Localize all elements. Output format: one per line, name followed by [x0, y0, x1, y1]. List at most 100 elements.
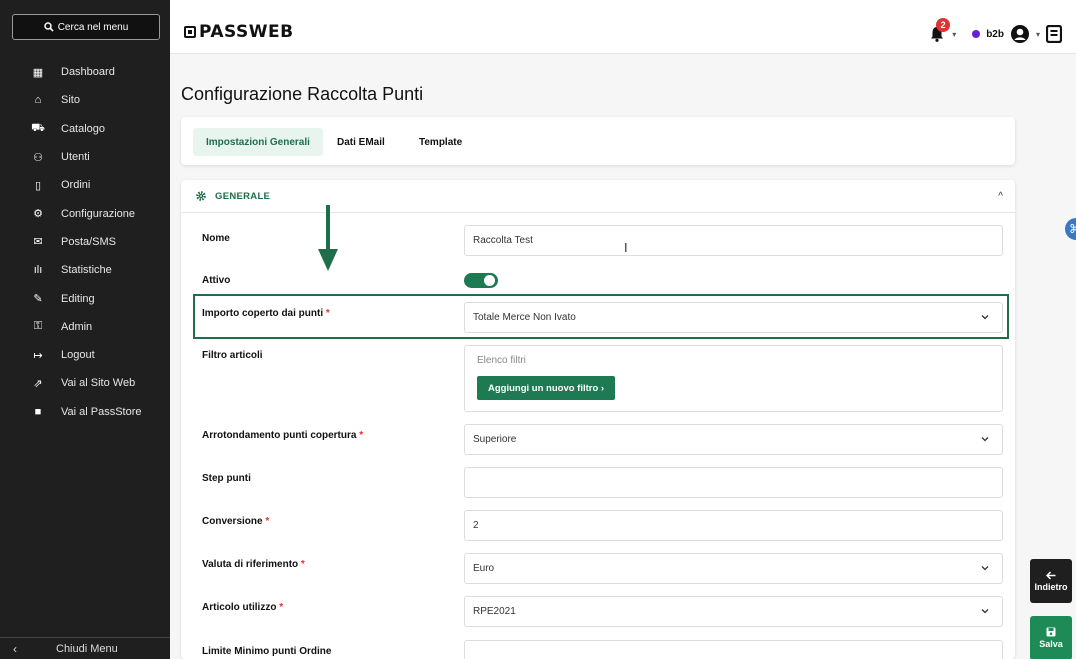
arrow-left-icon: [1046, 570, 1056, 580]
add-filter-button[interactable]: Aggiungi un nuovo filtro ›: [477, 376, 616, 400]
chevron-down-icon[interactable]: ▾: [1036, 30, 1040, 39]
chevron-up-icon[interactable]: ^: [998, 191, 1003, 202]
sidebar-item-label: Editing: [61, 292, 95, 305]
book-icon[interactable]: [1046, 25, 1062, 43]
bar-chart-icon: ılı: [33, 264, 43, 277]
back-button-label: Indietro: [1034, 581, 1068, 592]
conversione-input[interactable]: 2: [464, 510, 1003, 541]
sidebar-item-label: Catalogo: [61, 122, 106, 135]
sidebar-item-ordini[interactable]: ▯ Ordini: [0, 171, 170, 199]
account-label[interactable]: b2b: [986, 29, 1004, 40]
command-icon: ⌘: [1069, 222, 1076, 236]
sidebar-item-label: Statistiche: [61, 264, 112, 277]
nome-input[interactable]: Raccolta Test: [464, 225, 1003, 256]
field-label-articolo: Articolo utilizzo *: [202, 602, 283, 613]
arrotondamento-select[interactable]: Superiore: [464, 424, 1003, 455]
sidebar-item-configurazione[interactable]: ⚙ Configurazione: [0, 199, 170, 227]
valuta-select[interactable]: Euro: [464, 553, 1003, 584]
external-link-icon: ⇗: [33, 377, 43, 390]
page-title: Configurazione Raccolta Punti: [181, 84, 424, 104]
sidebar-item-admin[interactable]: ⚿ Admin: [0, 313, 170, 341]
user-avatar-icon[interactable]: [1010, 24, 1030, 44]
close-menu-button[interactable]: ‹ Chiudi Menu: [0, 637, 170, 659]
arrotondamento-select-value: Superiore: [473, 434, 517, 445]
filter-list-box: Elenco filtri Aggiungi un nuovo filtro ›: [464, 345, 1003, 412]
grid-icon: ▦: [32, 66, 44, 79]
users-icon: ⚇: [33, 151, 43, 164]
top-bar-actions: 2 ▾ b2b ▾: [928, 18, 1062, 44]
gear-icon: ⚙: [33, 208, 43, 221]
brand-logo[interactable]: PASSWEB: [184, 22, 294, 42]
section-title: GENERALE: [215, 191, 271, 202]
menu-search-button[interactable]: Cerca nel menu: [12, 14, 160, 40]
sidebar-item-label: Vai al PassStore: [61, 405, 142, 418]
sidebar-item-utenti[interactable]: ⚇ Utenti: [0, 143, 170, 171]
down-arrow-annotation-icon: [318, 205, 338, 271]
chevron-down-icon[interactable]: ▾: [952, 30, 956, 39]
field-label-text: Conversione: [202, 516, 263, 527]
sidebar-item-label: Logout: [61, 349, 95, 362]
bag-icon: ■: [34, 405, 42, 418]
logo-mark-icon: [184, 26, 196, 38]
sidebar-item-label: Dashboard: [61, 66, 115, 79]
tabs-bar: Impostazioni Generali Dati EMail Templat…: [181, 117, 1015, 165]
sidebar-item-dashboard[interactable]: ▦ Dashboard: [0, 58, 170, 86]
close-menu-label: Chiudi Menu: [56, 642, 118, 655]
required-marker: *: [279, 602, 284, 613]
sidebar-item-statistiche[interactable]: ılı Statistiche: [0, 256, 170, 284]
notifications-button[interactable]: 2: [928, 18, 951, 43]
section-header[interactable]: GENERALE ^: [181, 180, 1015, 213]
sidebar: Cerca nel menu ▦ Dashboard ⌂ Sito ⛟ Catalog…: [0, 0, 170, 659]
lock-icon: ⚿: [33, 320, 43, 333]
tab-impostazioni-generali[interactable]: Impostazioni Generali: [193, 128, 323, 156]
required-marker: *: [300, 559, 305, 570]
articolo-select[interactable]: RPE2021: [464, 596, 1003, 627]
menu-search-label: Cerca nel menu: [57, 21, 129, 33]
sidebar-item-label: Vai al Sito Web: [61, 377, 136, 390]
tab-dati-email[interactable]: Dati EMail: [324, 128, 398, 156]
sidebar-item-label: Ordini: [61, 179, 91, 192]
gear-icon: [196, 191, 206, 201]
sidebar-item-editing[interactable]: ✎ Editing: [0, 284, 170, 312]
field-label-importo: Importo coperto dai punti *: [202, 308, 330, 319]
sidebar-item-sito[interactable]: ⌂ Sito: [0, 86, 170, 114]
required-marker: *: [265, 516, 270, 527]
field-label-text: Importo coperto dai punti: [202, 308, 324, 319]
save-button[interactable]: Salva: [1030, 616, 1072, 659]
cart-icon: ⛟: [31, 121, 45, 134]
text-cursor-icon: I: [624, 240, 628, 255]
pencil-icon: ✎: [33, 293, 43, 306]
back-button[interactable]: Indietro: [1030, 559, 1072, 603]
valuta-select-value: Euro: [473, 563, 495, 574]
limite-minimo-input[interactable]: [464, 640, 1003, 659]
step-punti-input[interactable]: [464, 467, 1003, 498]
field-label-valuta: Valuta di riferimento *: [202, 559, 305, 570]
conversione-value: 2: [473, 520, 479, 531]
tab-template[interactable]: Template: [406, 128, 475, 156]
field-label-conversione: Conversione *: [202, 516, 269, 527]
top-bar: PASSWEB 2 ▾ b2b ▾: [170, 0, 1076, 54]
importo-select-value: Totale Merce Non Ivato: [473, 312, 576, 323]
general-section: GENERALE ^ Nome Raccolta Test Attivo Imp…: [181, 180, 1015, 659]
nome-input-value: Raccolta Test: [473, 235, 533, 246]
document-icon: ▯: [34, 179, 42, 192]
home-icon: ⌂: [34, 94, 42, 107]
sidebar-item-vai-al-passstore[interactable]: ■ Vai al PassStore: [0, 398, 170, 426]
sidebar-item-posta-sms[interactable]: ✉ Posta/SMS: [0, 228, 170, 256]
field-label-text: Arrotondamento punti copertura: [202, 430, 357, 441]
sidebar-item-vai-al-sito-web[interactable]: ⇗ Vai al Sito Web: [0, 369, 170, 397]
chevron-down-icon: [981, 437, 989, 442]
notification-count-badge: 2: [936, 18, 951, 32]
field-label-text: Valuta di riferimento: [202, 559, 299, 570]
importo-select[interactable]: Totale Merce Non Ivato: [464, 302, 1003, 333]
attivo-toggle[interactable]: [464, 273, 498, 288]
floating-help-button[interactable]: ⌘: [1065, 218, 1076, 240]
required-marker: *: [325, 308, 330, 319]
field-label-filtro: Filtro articoli: [202, 350, 263, 361]
field-label-attivo: Attivo: [202, 275, 231, 286]
sidebar-item-catalogo[interactable]: ⛟ Catalogo: [0, 115, 170, 143]
logo-text: PASSWEB: [199, 22, 294, 42]
sidebar-menu: ▦ Dashboard ⌂ Sito ⛟ Catalogo ⚇ Utenti ▯ Ordi…: [0, 58, 170, 426]
sidebar-item-logout[interactable]: ↦ Logout: [0, 341, 170, 369]
status-dot: [972, 30, 981, 38]
